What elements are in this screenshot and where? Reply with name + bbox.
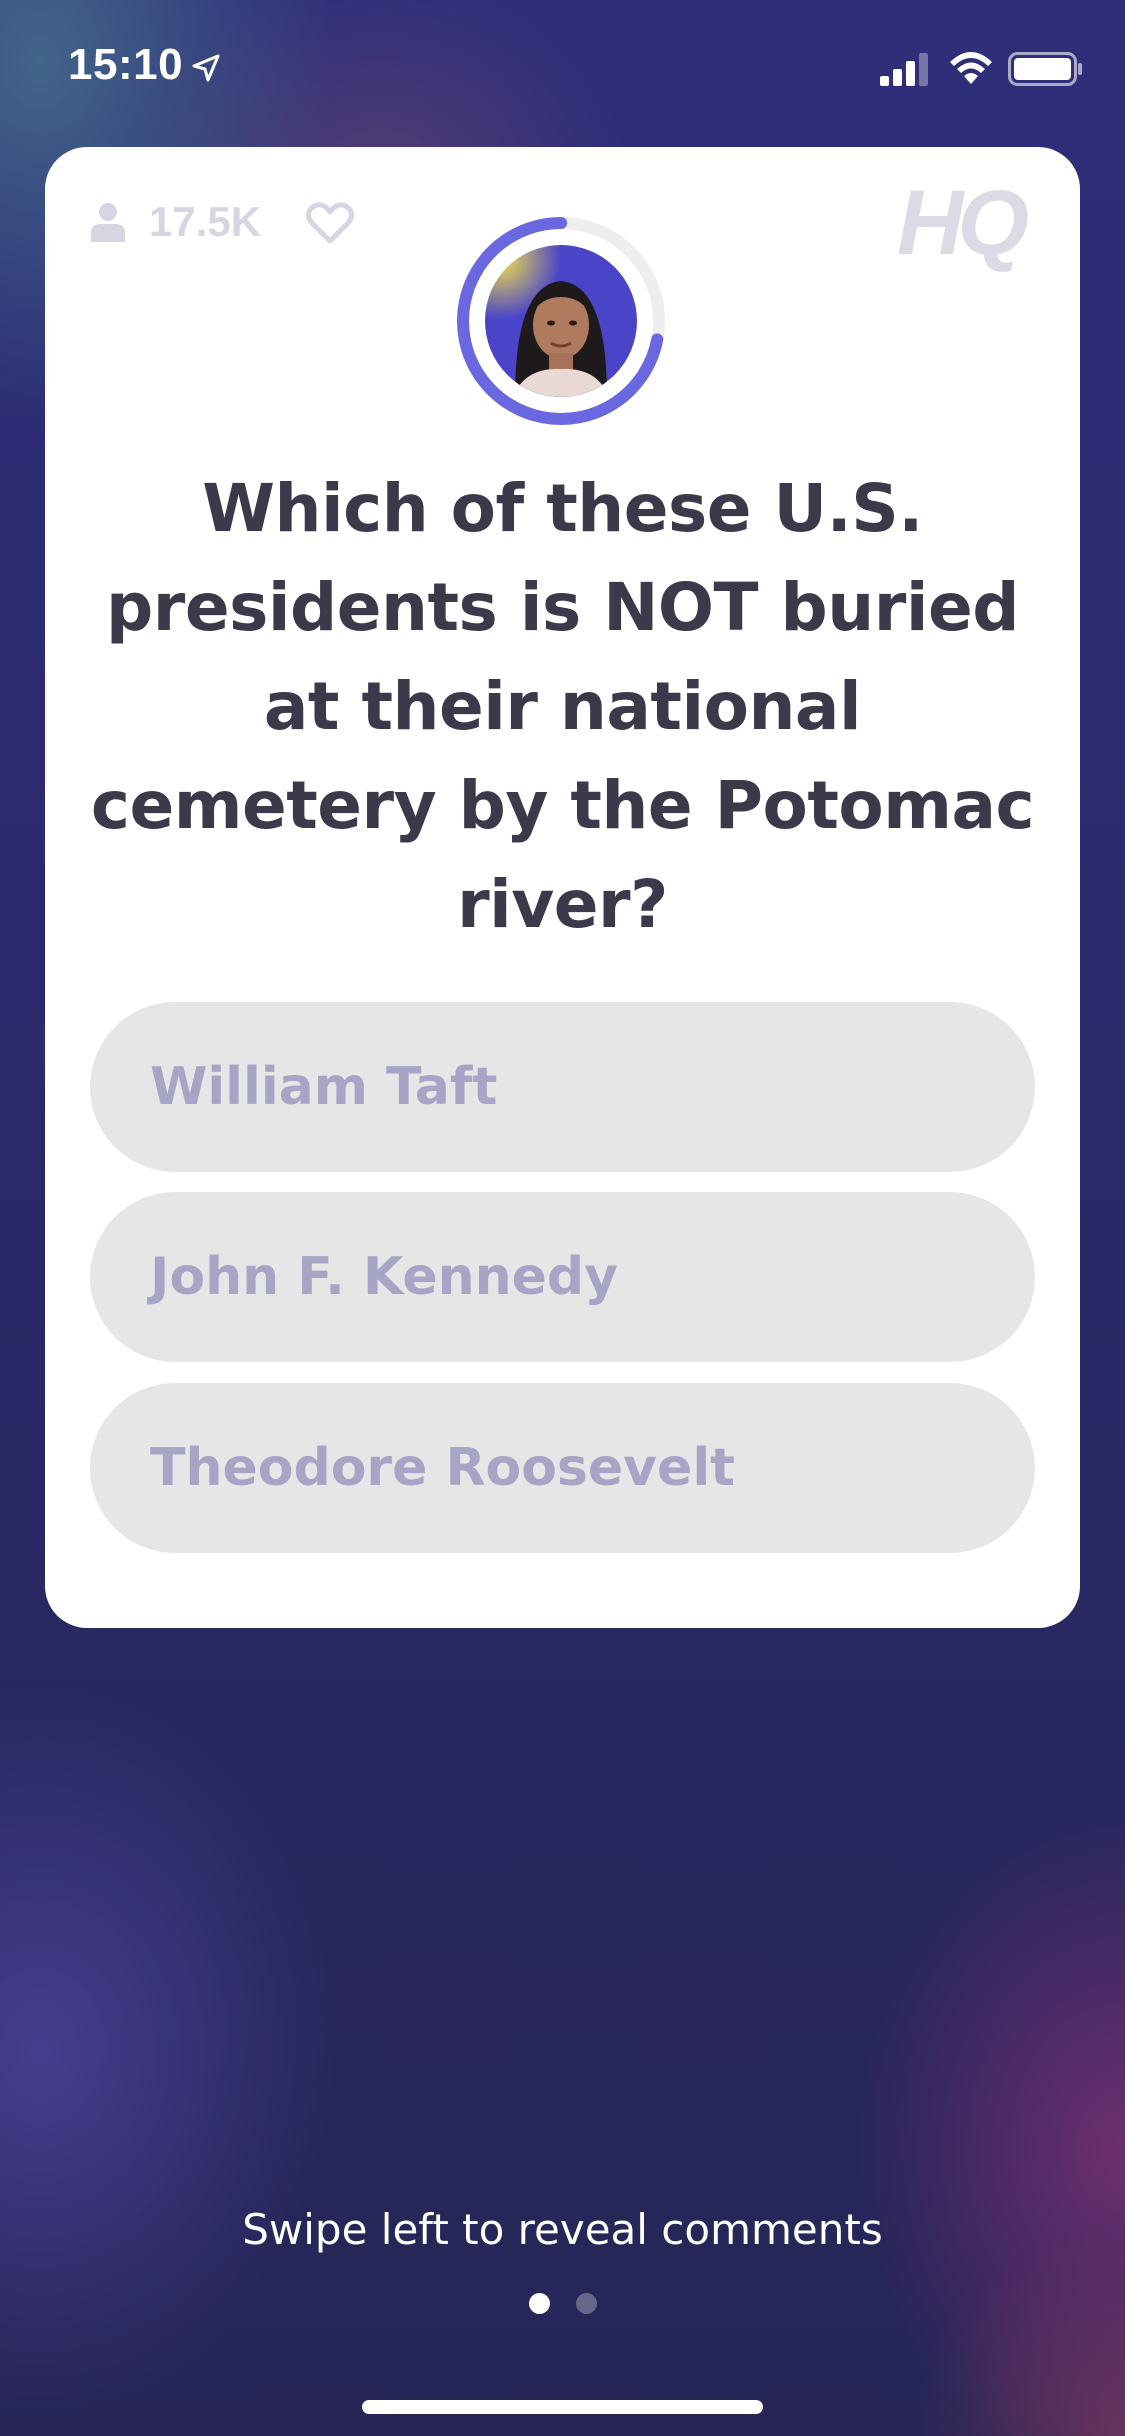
answer-label: William Taft [150,1057,498,1117]
home-indicator[interactable] [362,2400,763,2414]
question-card: 17.5K HQ Which of these U.S. presidents … [45,147,1080,1628]
answer-option-3[interactable]: Theodore Roosevelt [90,1383,1035,1553]
person-icon [91,203,125,242]
swipe-hint: Swipe left to reveal comments [242,2205,883,2254]
cellular-signal-icon [880,53,928,86]
answer-label: John F. Kennedy [150,1247,619,1307]
host-avatar [485,245,637,397]
wifi-icon [950,52,992,84]
location-arrow-icon [192,54,220,82]
page-dot-inactive [575,2293,597,2314]
battery-icon [1008,52,1082,86]
status-time: 15:10 [68,40,184,89]
answer-option-1[interactable]: William Taft [90,1002,1035,1172]
question-text: Which of these U.S. presidents is NOT bu… [90,470,1035,943]
page-dot-active [528,2293,550,2314]
viewer-count-text: 17.5K [149,198,262,245]
countdown-timer [453,213,669,429]
status-bar: 15:10 [0,0,1125,140]
page-indicator[interactable] [0,2293,1125,2315]
answer-option-2[interactable]: John F. Kennedy [90,1192,1035,1362]
hq-logo: HQ [897,172,1029,274]
answer-label: Theodore Roosevelt [150,1438,735,1498]
viewer-count: 17.5K [89,195,261,249]
heart-icon[interactable] [305,201,355,245]
